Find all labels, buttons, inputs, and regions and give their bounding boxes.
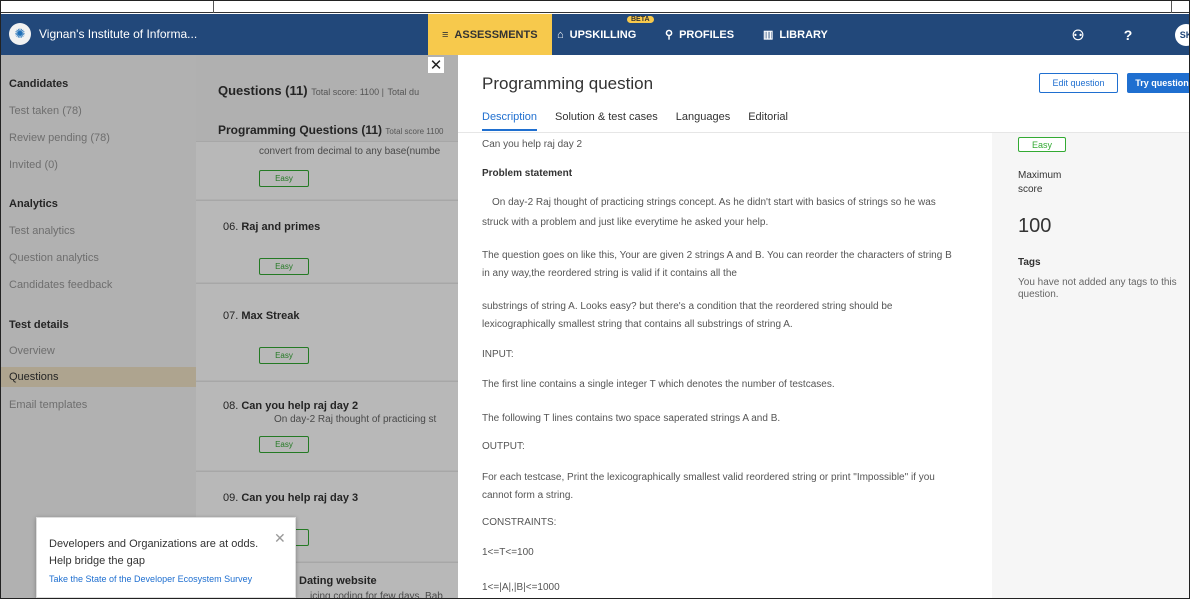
org-logo-icon: ✺ bbox=[9, 23, 31, 45]
tab-description[interactable]: Description bbox=[482, 111, 538, 131]
constraint: 1<=|A|,|B|<=1000 bbox=[482, 582, 560, 593]
paragraph: The following T lines contains two space… bbox=[482, 413, 781, 424]
edit-question-button[interactable]: Edit question bbox=[1039, 73, 1118, 93]
output-heading: OUTPUT: bbox=[482, 441, 525, 452]
survey-link[interactable]: Take the State of the Developer Ecosyste… bbox=[49, 574, 252, 584]
survey-toast: Developers and Organizations are at odds… bbox=[36, 517, 296, 598]
try-question-button[interactable]: Try question bbox=[1127, 73, 1189, 93]
panel-title: Programming question bbox=[482, 74, 654, 93]
close-icon[interactable]: ✕ bbox=[428, 57, 444, 74]
problem-statement-heading: Problem statement bbox=[482, 168, 573, 179]
question-panel: Programming question Edit question Try q… bbox=[458, 55, 1189, 598]
app-window: ✺ Vignan's Institute of Informa... ≡ ASSE… bbox=[0, 0, 1190, 599]
avatar[interactable]: SK bbox=[1175, 24, 1189, 46]
org-switcher[interactable]: ✺ Vignan's Institute of Informa... bbox=[9, 23, 197, 45]
help-icon[interactable]: ? bbox=[1116, 23, 1140, 47]
paragraph: The first line contains a single integer… bbox=[482, 379, 835, 390]
constraints-heading: CONSTRAINTS: bbox=[482, 517, 557, 528]
max-score-label: Maximum score bbox=[1018, 170, 1062, 195]
question-meta-sidebar bbox=[992, 133, 1189, 598]
graduation-cap-icon: ⌂ bbox=[557, 28, 564, 41]
input-heading: INPUT: bbox=[482, 349, 514, 360]
tab-languages[interactable]: Languages bbox=[676, 111, 730, 131]
paragraph: For each testcase, Print the lexicograph… bbox=[482, 472, 935, 501]
max-score-value: 100 bbox=[1018, 215, 1052, 237]
org-name: Vignan's Institute of Informa... bbox=[39, 27, 198, 41]
top-nav: ✺ Vignan's Institute of Informa... ≡ ASSE… bbox=[1, 14, 1189, 55]
tags-label: Tags bbox=[1018, 257, 1041, 268]
beta-badge: BETA bbox=[627, 16, 654, 23]
tab-profiles[interactable]: ⚲ PROFILES bbox=[665, 14, 734, 55]
tab-library[interactable]: ▥ LIBRARY bbox=[763, 14, 828, 55]
tab-solution[interactable]: Solution & test cases bbox=[555, 111, 658, 131]
profiles-icon: ⚲ bbox=[665, 29, 674, 41]
tab-editorial[interactable]: Editorial bbox=[748, 111, 788, 131]
question-title: Can you help raj day 2 bbox=[482, 139, 583, 150]
toast-message: Developers and Organizations are at odds… bbox=[49, 538, 259, 567]
tab-upskilling[interactable]: ⌂ UPSKILLING BETA bbox=[557, 14, 654, 55]
paragraph: On day-2 Raj thought of practicing strin… bbox=[482, 197, 936, 228]
close-icon[interactable]: ✕ bbox=[274, 530, 286, 547]
paragraph: The question goes on like this, Your are… bbox=[482, 250, 952, 279]
tags-empty-text: You have not added any tags to this ques… bbox=[1018, 277, 1177, 300]
difficulty-badge: Easy bbox=[1018, 137, 1066, 152]
panel-tabs: Description Solution & test cases Langua… bbox=[482, 111, 806, 131]
paragraph: substrings of string A. Looks easy? but … bbox=[482, 301, 893, 330]
menu-icon: ≡ bbox=[442, 28, 449, 41]
tab-assessments[interactable]: ≡ ASSESSMENTS bbox=[428, 14, 552, 55]
add-user-icon[interactable]: ⚇ bbox=[1066, 23, 1090, 47]
library-icon: ▥ bbox=[763, 29, 774, 41]
browser-strip bbox=[1, 1, 1189, 13]
constraint: 1<=T<=100 bbox=[482, 547, 534, 558]
